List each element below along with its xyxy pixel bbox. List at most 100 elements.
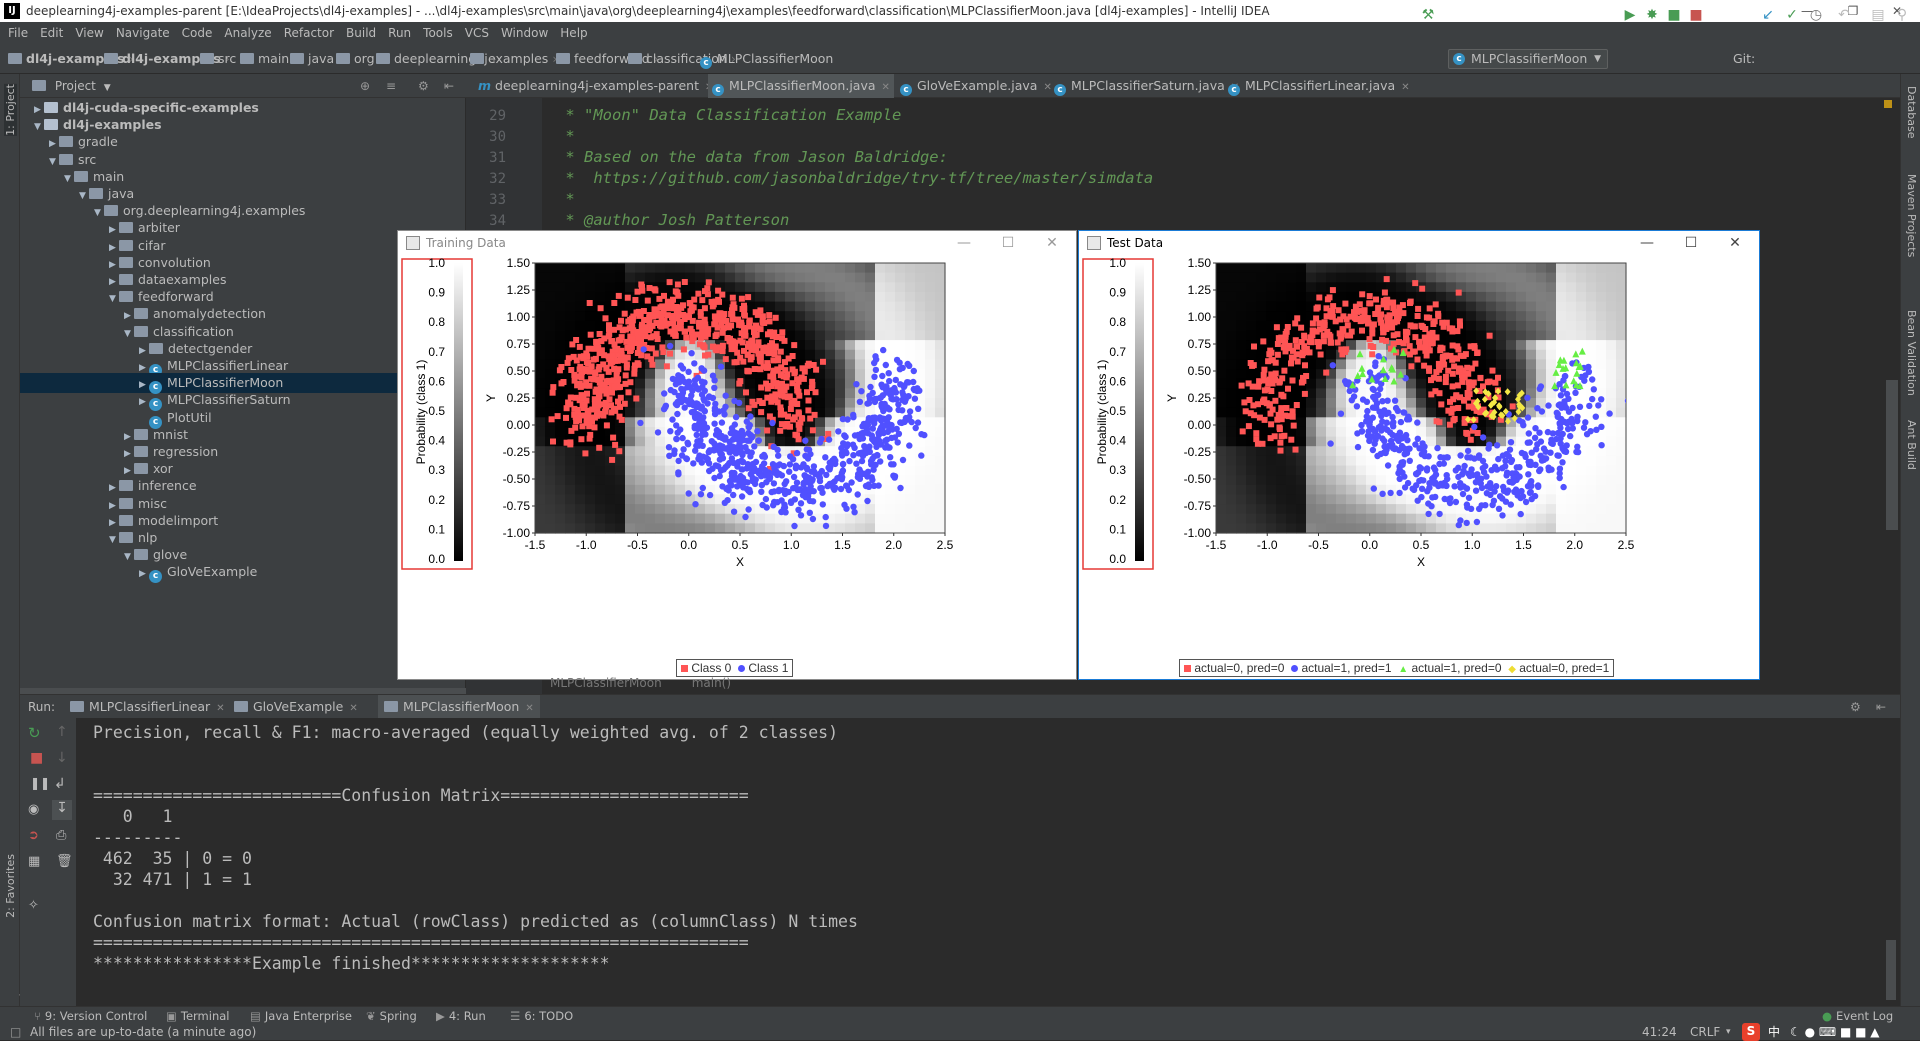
caret-position[interactable]: 41:24 — [1642, 1024, 1677, 1040]
event-log-button[interactable]: ●Event Log — [1822, 1007, 1893, 1025]
coverage-icon[interactable]: ■ — [1666, 7, 1682, 23]
print-icon[interactable]: ⎙ — [56, 828, 66, 843]
menu-analyze[interactable]: Analyze — [224, 26, 271, 40]
menu-window[interactable]: Window — [501, 26, 548, 40]
editor-tab[interactable]: cMLPClassifierMoon.java✕ — [708, 74, 894, 98]
gear-icon[interactable]: ⚙ — [418, 74, 429, 98]
code-line[interactable]: * "Moon" Data Classification Example — [556, 106, 901, 124]
minimize-button[interactable]: — — [942, 231, 986, 255]
code-line[interactable]: * https://github.com/jasonbaldridge/try-… — [556, 169, 1153, 187]
build-hammer-icon[interactable]: ⚒ — [1420, 7, 1436, 23]
editor-tab[interactable]: cMLPClassifierSaturn.java✕ — [1050, 74, 1222, 98]
chevron-right-icon[interactable]: ▶ — [139, 564, 149, 584]
run-icon[interactable]: ▶ — [1622, 7, 1638, 23]
camera-icon[interactable]: ◉ — [28, 802, 39, 817]
history-icon[interactable]: ◷ — [1808, 7, 1824, 23]
stop-icon[interactable]: ■ — [1688, 7, 1704, 23]
chevron-down-icon[interactable]: ▼ — [49, 152, 59, 172]
chevron-down-icon[interactable]: ▼ — [124, 547, 134, 567]
editor-scrollbar[interactable] — [1886, 380, 1898, 530]
locate-icon[interactable]: ⊕ — [360, 74, 370, 98]
run-tab[interactable]: MLPClassifierLinear✕ — [70, 695, 225, 719]
ant-build-tool-button[interactable]: Ant Build — [1905, 420, 1918, 470]
close-tab-icon[interactable]: ✕ — [216, 703, 224, 714]
menu-code[interactable]: Code — [182, 26, 213, 40]
tool-window-button[interactable]: ⑂9: Version Control — [34, 1007, 147, 1025]
code-line[interactable]: * @author Josh Patterson — [556, 211, 789, 229]
gear-icon[interactable]: ⚙ — [1850, 695, 1861, 719]
chevron-down-icon[interactable]: ▼ — [34, 117, 44, 137]
pin-icon[interactable]: ✧ — [28, 898, 39, 913]
down-arrow-icon[interactable]: ↓ — [56, 750, 68, 766]
hide-icon[interactable]: ⇤ — [1876, 695, 1886, 719]
line-separator[interactable]: CRLF — [1690, 1024, 1720, 1040]
ime-logo-icon[interactable]: S — [1742, 1023, 1760, 1041]
breadcrumb-item[interactable]: examples› — [470, 44, 557, 74]
ime-toolbar-icons[interactable]: ☾ ● ⌨ ■ ■ ▲ — [1790, 1024, 1880, 1040]
run-tab[interactable]: GloVeExample✕ — [234, 695, 358, 719]
breadcrumb-item[interactable]: src› — [200, 44, 245, 74]
minimize-button[interactable]: — — [1625, 231, 1669, 255]
soft-wrap-icon[interactable]: ↲ — [54, 776, 66, 792]
trash-icon[interactable]: 🗑 — [56, 854, 73, 869]
revert-icon[interactable]: ↶ — [1836, 7, 1852, 23]
menu-edit[interactable]: Edit — [40, 26, 63, 40]
chevron-down-icon[interactable]: ▼ — [104, 83, 111, 93]
pause-icon[interactable]: ❚❚ — [30, 776, 50, 790]
tree-item[interactable]: ▶cGloVeExample — [139, 562, 257, 582]
tool-window-button[interactable]: ❦Spring — [366, 1007, 417, 1025]
debug-icon[interactable]: ✸ — [1644, 7, 1660, 23]
tool-window-button[interactable]: ▤Java Enterprise — [250, 1007, 352, 1025]
search-icon[interactable]: ⚲ — [1894, 7, 1910, 23]
project-tool-button[interactable]: 1: Project — [4, 84, 17, 136]
project-panel-title[interactable]: Project — [55, 79, 96, 93]
ime-mode[interactable]: 中 — [1768, 1024, 1780, 1040]
exit-icon[interactable]: ➲ — [28, 828, 39, 843]
scroll-to-end-icon[interactable]: ↧ — [52, 800, 72, 820]
database-tool-button[interactable]: Database — [1905, 86, 1918, 139]
bean-validation-tool-button[interactable]: Bean Validation — [1905, 310, 1918, 396]
breadcrumb-item[interactable]: cMLPClassifierMoon — [700, 44, 833, 74]
menu-run[interactable]: Run — [388, 26, 411, 40]
tool-window-button[interactable]: ▣Terminal — [166, 1007, 229, 1025]
chevron-down-icon[interactable]: ▼ — [109, 530, 119, 550]
console-scrollbar[interactable] — [1886, 940, 1896, 1000]
code-line[interactable]: * — [556, 127, 575, 145]
up-arrow-icon[interactable]: ↑ — [56, 724, 68, 740]
editor-tab[interactable]: cGloVeExample.java✕ — [896, 74, 1048, 98]
menu-help[interactable]: Help — [560, 26, 587, 40]
layout-icon[interactable]: ▦ — [28, 854, 40, 869]
code-line[interactable]: * — [556, 190, 575, 208]
project-horizontal-scrollbar[interactable] — [20, 688, 466, 694]
menu-file[interactable]: File — [8, 26, 28, 40]
chevron-down-icon[interactable]: ▼ — [94, 203, 104, 223]
close-button[interactable]: ✕ — [1713, 231, 1757, 255]
menu-refactor[interactable]: Refactor — [284, 26, 334, 40]
hide-icon[interactable]: ⇤ — [444, 74, 454, 98]
tool-window-button[interactable]: ☰6: TODO — [510, 1007, 573, 1025]
close-tab-icon[interactable]: ✕ — [882, 82, 890, 93]
menu-view[interactable]: View — [75, 26, 103, 40]
menu-navigate[interactable]: Navigate — [116, 26, 170, 40]
editor-tab[interactable]: cMLPClassifierLinear.java✕ — [1224, 74, 1410, 98]
close-button[interactable]: ✕ — [1030, 231, 1074, 255]
git-commit-icon[interactable]: ✓ — [1784, 7, 1800, 23]
git-update-icon[interactable]: ↙ — [1760, 7, 1776, 23]
menu-tools[interactable]: Tools — [423, 26, 453, 40]
tool-window-button[interactable]: ▶4: Run — [436, 1007, 486, 1025]
chevron-down-icon[interactable]: ▼ — [109, 289, 119, 309]
editor-breadcrumb-item[interactable]: MLPClassifierMoon — [550, 676, 662, 690]
collapse-icon[interactable]: ≡ — [386, 74, 396, 98]
chevron-down-icon[interactable]: ▼ — [64, 169, 74, 189]
project-structure-icon[interactable]: ▤ — [1870, 7, 1886, 23]
favorites-tool-button[interactable]: 2: Favorites — [4, 854, 17, 918]
menu-vcs[interactable]: VCS — [465, 26, 489, 40]
editor-breadcrumb-item[interactable]: main() — [692, 676, 731, 690]
maximize-button[interactable]: ☐ — [1669, 231, 1713, 255]
rerun-icon[interactable]: ↻ — [28, 724, 41, 742]
run-configuration-select[interactable]: c MLPClassifierMoon ▼ — [1448, 49, 1608, 69]
close-tab-icon[interactable]: ✕ — [349, 703, 357, 714]
close-tab-icon[interactable]: ✕ — [1401, 82, 1409, 93]
maven-projects-tool-button[interactable]: Maven Projects — [1905, 174, 1918, 257]
menu-build[interactable]: Build — [346, 26, 376, 40]
